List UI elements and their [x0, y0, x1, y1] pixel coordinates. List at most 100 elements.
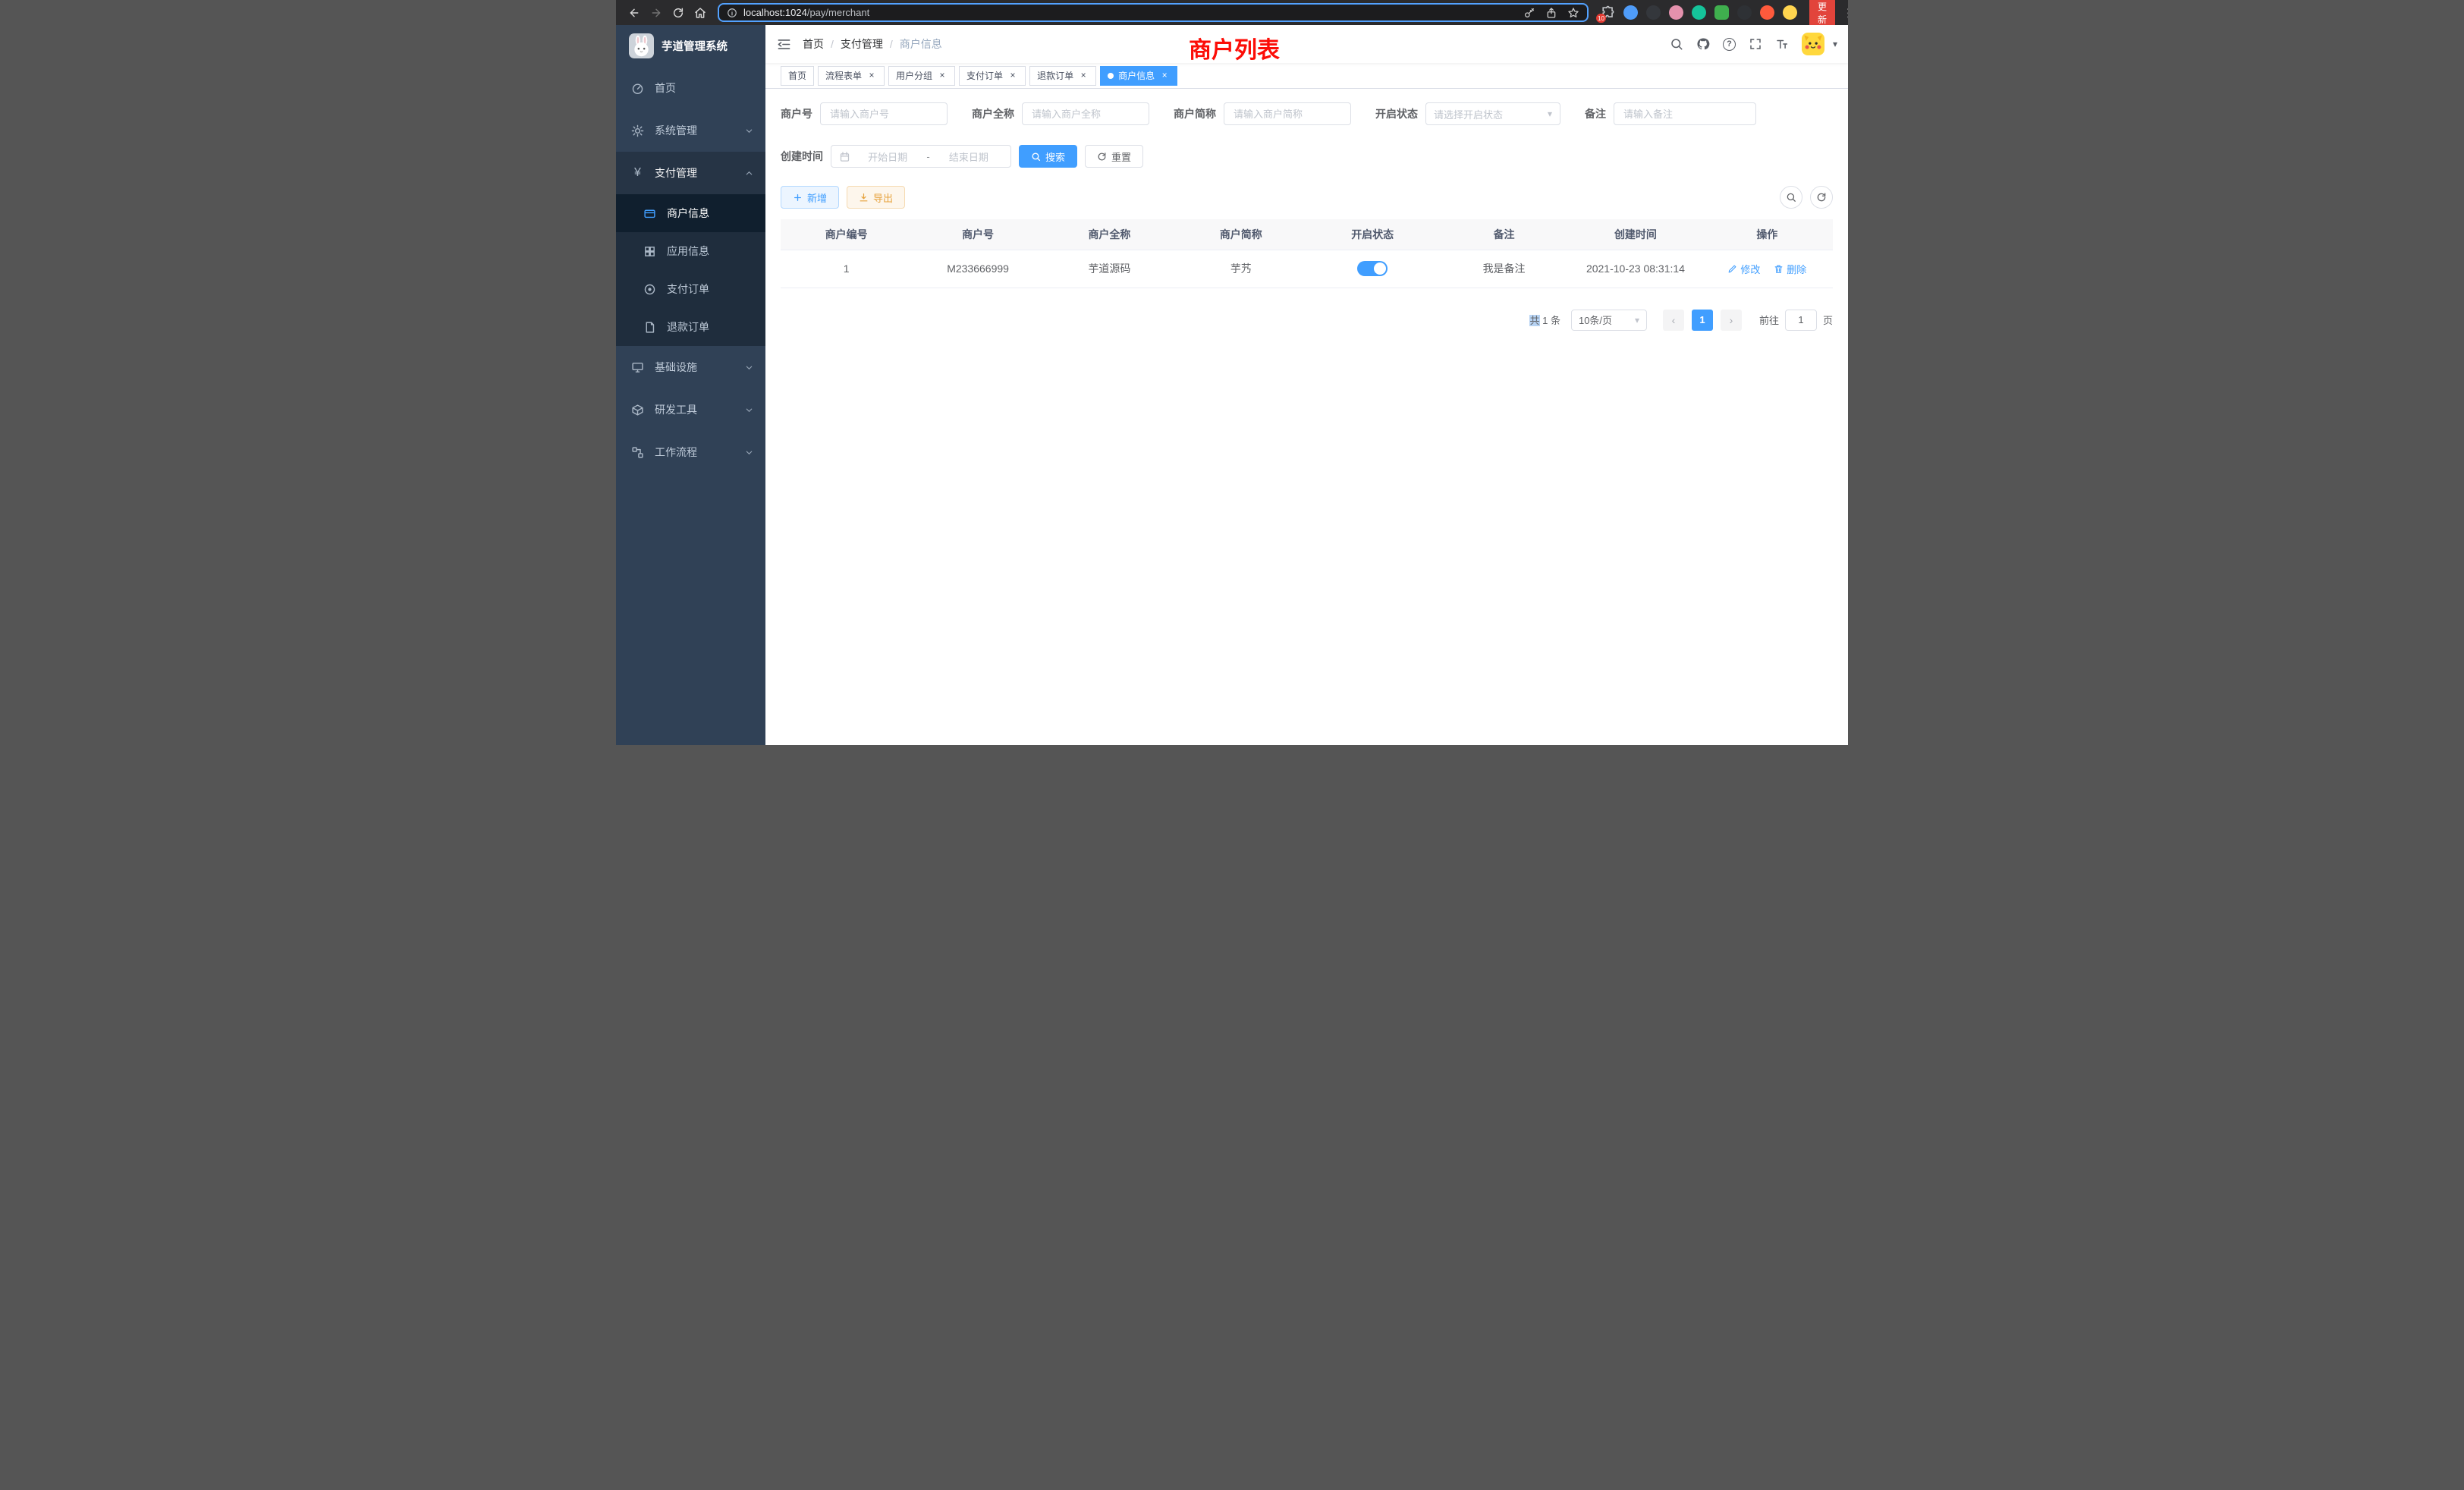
url-host: localhost:1024: [743, 7, 807, 18]
toggle-search-button[interactable]: [1780, 186, 1802, 209]
reload-button[interactable]: [668, 2, 688, 23]
reset-button[interactable]: 重置: [1085, 145, 1143, 168]
edit-link[interactable]: 修改: [1727, 262, 1760, 276]
sidebar-item-refund-orders[interactable]: 退款订单: [616, 308, 765, 346]
date-range-picker[interactable]: 开始日期 - 结束日期: [831, 145, 1011, 168]
prev-page-button[interactable]: ‹: [1663, 310, 1684, 331]
full-name-input[interactable]: [1022, 102, 1149, 125]
sidebar-item-infrastructure[interactable]: 基础设施: [616, 346, 765, 388]
address-bar[interactable]: localhost:1024/pay/merchant: [718, 3, 1589, 22]
tab-merchant-info[interactable]: 商户信息 ×: [1100, 66, 1177, 86]
table-toolbar: 新增 导出: [781, 186, 1833, 209]
status-select[interactable]: 请选择开启状态 ▾: [1425, 102, 1560, 125]
user-avatar[interactable]: [1802, 33, 1824, 55]
fullscreen-icon[interactable]: [1749, 37, 1762, 51]
filter-status: 开启状态 请选择开启状态 ▾: [1375, 102, 1560, 125]
next-page-button[interactable]: ›: [1721, 310, 1742, 331]
extension-icon[interactable]: [1646, 5, 1661, 20]
field-label: 开启状态: [1375, 106, 1418, 121]
column-header: 商户全称: [1044, 219, 1175, 250]
breadcrumb-home[interactable]: 首页: [803, 36, 824, 52]
font-size-icon[interactable]: [1775, 37, 1789, 51]
goto-label: 前往: [1759, 313, 1779, 327]
extension-icon[interactable]: [1669, 5, 1683, 20]
close-icon[interactable]: ×: [1159, 71, 1170, 81]
merchant-no-input[interactable]: [820, 102, 948, 125]
sidebar-item-label: 支付订单: [667, 281, 709, 297]
breadcrumb-current: 商户信息: [900, 36, 942, 52]
bookmark-star-icon[interactable]: [1567, 7, 1579, 19]
forward-button[interactable]: [646, 2, 666, 23]
tab-user-group[interactable]: 用户分组 ×: [888, 66, 955, 86]
extensions-area: 10: [1601, 5, 1797, 20]
caret-down-icon[interactable]: ▾: [1833, 39, 1837, 49]
tab-home[interactable]: 首页: [781, 66, 814, 86]
total-rest: 1 条: [1540, 315, 1560, 326]
sidebar-item-workflow[interactable]: 工作流程: [616, 431, 765, 473]
goto-page-input[interactable]: [1785, 310, 1817, 331]
extension-icon[interactable]: [1737, 5, 1752, 20]
sidebar-item-app-info[interactable]: 应用信息: [616, 232, 765, 270]
breadcrumb-payment[interactable]: 支付管理: [841, 36, 883, 52]
export-button[interactable]: 导出: [847, 186, 905, 209]
download-icon: [859, 193, 869, 203]
column-header: 商户简称: [1175, 219, 1306, 250]
trash-icon: [1774, 264, 1784, 274]
sidebar-item-payment-orders[interactable]: 支付订单: [616, 270, 765, 308]
field-label: 商户全称: [972, 106, 1014, 121]
page-1-button[interactable]: 1: [1692, 310, 1713, 331]
help-icon[interactable]: ?: [1723, 38, 1736, 51]
close-icon[interactable]: ×: [1078, 71, 1089, 81]
github-icon[interactable]: [1696, 37, 1710, 51]
back-button[interactable]: [624, 2, 644, 23]
close-icon[interactable]: ×: [1007, 71, 1018, 81]
filter-full-name: 商户全称: [972, 102, 1149, 125]
status-toggle[interactable]: [1357, 261, 1388, 276]
cell-status: [1307, 250, 1438, 288]
reload-icon: [672, 7, 684, 19]
site-info-icon[interactable]: [727, 8, 737, 18]
dashboard-icon: [631, 82, 644, 95]
pencil-icon: [1727, 264, 1737, 274]
sidebar-toggle-button[interactable]: [765, 37, 803, 52]
extension-icon[interactable]: [1783, 5, 1797, 20]
extension-icon[interactable]: [1760, 5, 1774, 20]
share-icon[interactable]: [1545, 7, 1557, 19]
tab-refund-orders[interactable]: 退款订单 ×: [1029, 66, 1096, 86]
sidebar: 芋道管理系统 首页 系统管理 ¥ 支付管理 商户信息: [616, 25, 765, 745]
tab-payment-orders[interactable]: 支付订单 ×: [959, 66, 1026, 86]
close-icon[interactable]: ×: [937, 71, 948, 81]
home-button[interactable]: [690, 2, 710, 23]
extension-badge: 10: [1596, 14, 1606, 23]
sidebar-item-label: 首页: [655, 80, 676, 96]
browser-menu-icon[interactable]: ⋮: [1837, 6, 1848, 20]
sidebar-item-merchant-info[interactable]: 商户信息: [616, 194, 765, 232]
extension-icon[interactable]: [1714, 5, 1729, 20]
toolbox-icon: [631, 404, 644, 417]
password-key-icon[interactable]: [1523, 7, 1535, 19]
filter-merchant-no: 商户号: [781, 102, 948, 125]
extensions-puzzle-icon[interactable]: 10: [1601, 5, 1615, 20]
sidebar-item-payment[interactable]: ¥ 支付管理: [616, 152, 765, 194]
add-button[interactable]: 新增: [781, 186, 839, 209]
chevron-down-icon: ▾: [1548, 108, 1552, 119]
chevron-down-icon: [745, 363, 753, 372]
short-name-input[interactable]: [1224, 102, 1351, 125]
remark-input[interactable]: [1614, 102, 1756, 125]
column-header: 商户号: [912, 219, 1043, 250]
search-icon[interactable]: [1670, 37, 1683, 51]
browser-chrome: localhost:1024/pay/merchant 10 更新 ⋮: [616, 0, 1848, 25]
refresh-table-button[interactable]: [1810, 186, 1833, 209]
cell-full-name: 芋道源码: [1044, 250, 1175, 288]
search-button[interactable]: 搜索: [1019, 145, 1077, 168]
delete-link[interactable]: 删除: [1774, 262, 1806, 276]
sidebar-item-home[interactable]: 首页: [616, 67, 765, 109]
sidebar-item-system[interactable]: 系统管理: [616, 109, 765, 152]
tab-process-form[interactable]: 流程表单 ×: [818, 66, 885, 86]
extension-icon[interactable]: [1692, 5, 1706, 20]
sidebar-item-dev-tools[interactable]: 研发工具: [616, 388, 765, 431]
close-icon[interactable]: ×: [866, 71, 877, 81]
extension-icon[interactable]: [1623, 5, 1638, 20]
cell-remark: 我是备注: [1438, 250, 1570, 288]
page-size-select[interactable]: 10条/页 ▾: [1571, 310, 1647, 331]
